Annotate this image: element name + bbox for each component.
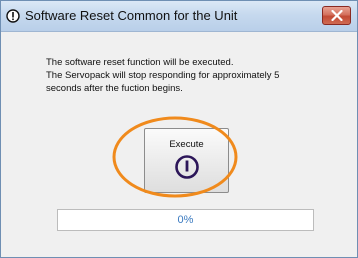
execute-button-label: Execute	[169, 139, 204, 150]
title-bar[interactable]: Software Reset Common for the Unit	[1, 1, 357, 32]
info-icon	[6, 9, 20, 23]
message-text: The software reset function will be exec…	[46, 56, 279, 95]
close-icon	[331, 10, 343, 21]
progress-percent: 0%	[177, 214, 194, 226]
message-line: seconds after the fuction begins.	[46, 83, 183, 94]
dialog-window: Software Reset Common for the Unit The s…	[0, 0, 358, 258]
execute-button[interactable]: Execute	[144, 128, 229, 193]
close-button[interactable]	[322, 6, 351, 25]
message-line: The Servopack will stop responding for a…	[46, 70, 280, 81]
power-icon	[174, 154, 200, 180]
message-line: The software reset function will be exec…	[46, 57, 234, 68]
window-title: Software Reset Common for the Unit	[25, 8, 238, 23]
progress-bar: 0%	[57, 209, 314, 231]
